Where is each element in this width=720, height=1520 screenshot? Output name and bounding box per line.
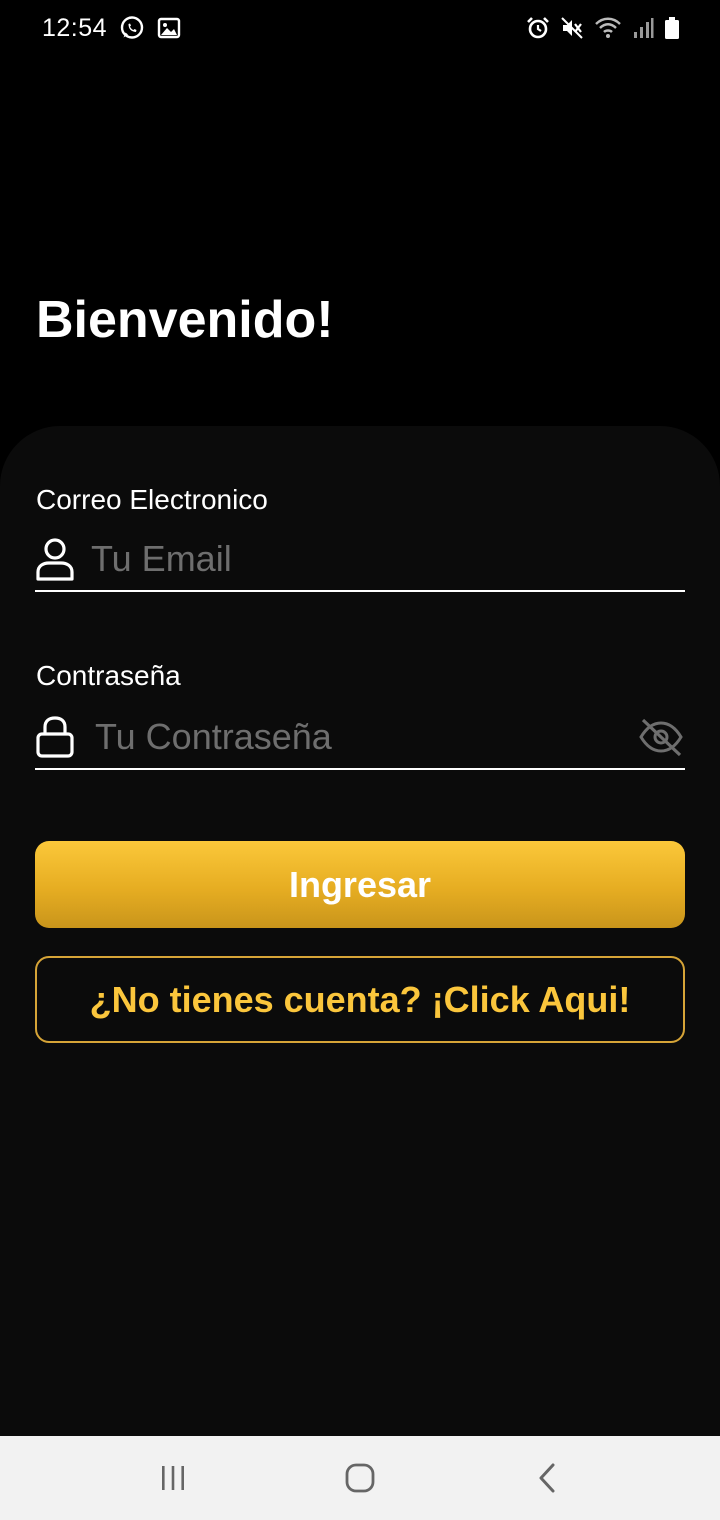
email-input[interactable]	[75, 528, 685, 590]
password-field-row	[35, 706, 685, 770]
status-left: 12:54	[42, 14, 181, 43]
user-icon	[35, 535, 75, 583]
back-icon[interactable]	[507, 1448, 587, 1508]
password-input[interactable]	[75, 706, 637, 768]
recent-apps-icon[interactable]	[133, 1448, 213, 1508]
navigation-bar	[0, 1436, 720, 1520]
status-right	[526, 16, 680, 40]
signal-icon	[632, 16, 654, 40]
status-time: 12:54	[42, 13, 108, 42]
login-button[interactable]: Ingresar	[35, 841, 685, 928]
email-field-row	[35, 528, 685, 592]
page-title: Bienvenido!	[36, 291, 334, 349]
alarm-icon	[526, 16, 550, 40]
whatsapp-icon	[119, 15, 145, 41]
email-label: Correo Electronico	[36, 484, 268, 515]
wifi-icon	[594, 16, 622, 40]
image-icon	[157, 16, 181, 40]
home-icon[interactable]	[320, 1448, 400, 1508]
register-link-button[interactable]: ¿No tienes cuenta? ¡Click Aqui!	[35, 956, 685, 1043]
lock-icon	[35, 713, 75, 761]
status-bar: 12:54	[0, 0, 720, 56]
mute-icon	[560, 16, 584, 40]
password-label: Contraseña	[36, 660, 181, 691]
eye-off-icon[interactable]	[637, 713, 685, 761]
battery-icon	[664, 16, 680, 40]
